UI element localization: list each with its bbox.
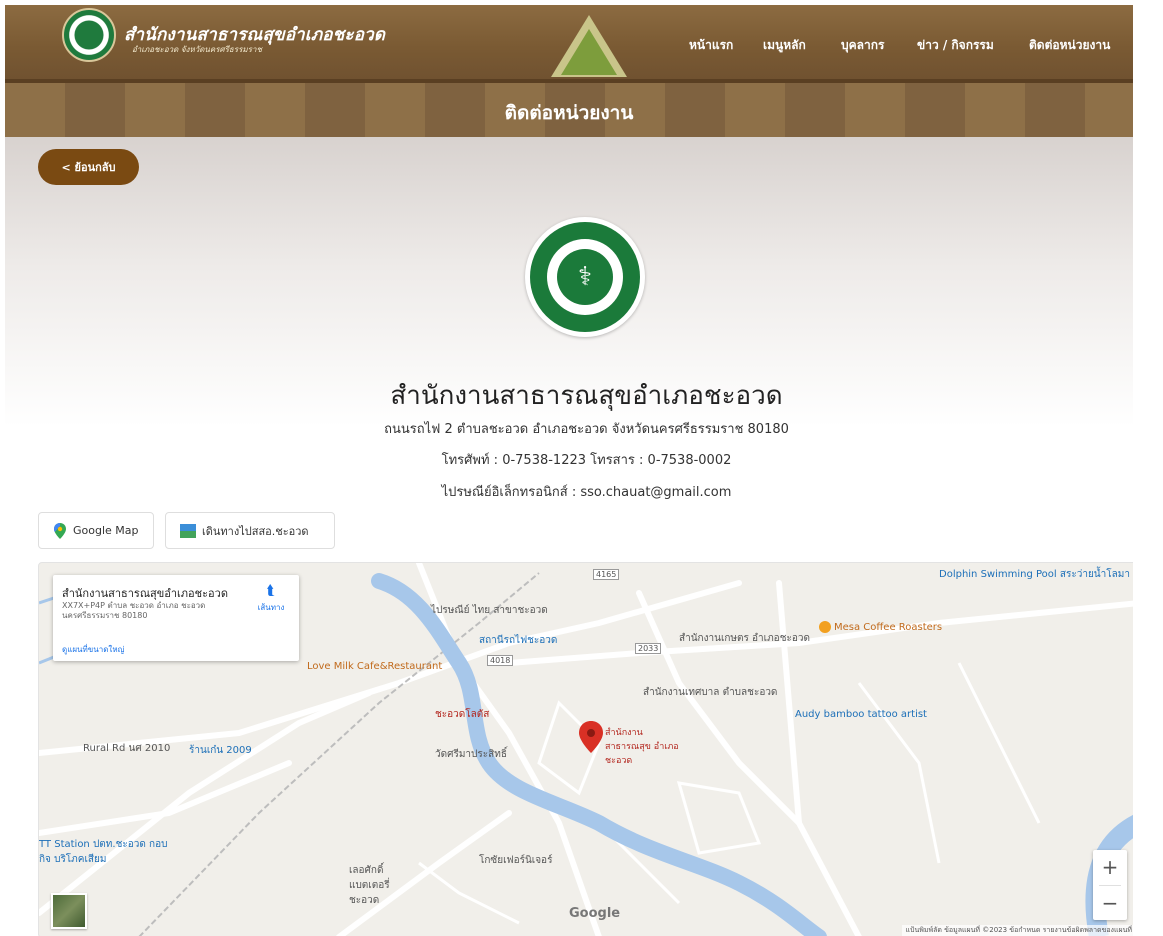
page-title: ติดต่อหน่วยงาน [504,102,634,124]
map-label-rural-road: Rural Rd นศ 2010 [83,743,171,754]
org-name: สำนักงานสาธารณสุขอำเภอชะอวด [390,381,783,411]
site-logo[interactable] [62,8,116,62]
map-pin-icon [54,522,66,539]
directions-icon: ⮬ [266,583,276,599]
map-marker-label[interactable]: สำนักงานสาธารณสุข อำเภอชะอวด [605,725,685,767]
info-card-title: สำนักงานสาธารณสุขอำเภอชะอวด [62,587,228,600]
map-attribution[interactable]: แป้นพิมพ์ลัด ข้อมูลแผนที่ ©2023 ข้อกำหนด… [902,925,1133,936]
back-button[interactable]: < ย้อนกลับ [38,149,139,185]
map-label-temple[interactable]: วัดศรีมาประสิทธิ์ [435,747,507,762]
org-phone: โทรศัพท์ : 0-7538-1223 โทรสาร : 0-7538-0… [441,453,732,468]
map-label-love-milk[interactable]: Love Milk Cafe&Restaurant [307,661,442,672]
map-label-furniture[interactable]: โกซัยเฟอร์นิเจอร์ [479,853,552,868]
nav-home[interactable]: หน้าแรก [689,36,733,55]
google-map-label: Google Map [73,524,139,537]
map-icon [180,523,196,538]
nav-news[interactable]: ข่าว / กิจกรรม [917,36,994,55]
map-label-audy[interactable]: Audy bamboo tattoo artist [795,709,927,720]
view-larger-map-link[interactable]: ดูแผนที่ขนาดใหญ่ [62,643,124,656]
org-address: ถนนรถไฟ 2 ตำบลชะอวด อำเภอชะอวด จังหวัดนค… [384,422,789,437]
brand-subtitle: อำเภอชะอวด จังหวัดนครศรีธรรมราช [132,45,262,54]
nav-staff[interactable]: บุคลากร [841,36,884,55]
map-label-mesa[interactable]: Mesa Coffee Roasters [819,621,942,633]
map-info-card: สำนักงานสาธารณสุขอำเภอชะอวด XX7X+P4P ตำบ… [53,575,299,661]
google-map-button[interactable]: Google Map [38,512,154,549]
embedded-map[interactable]: Dolphin Swimming Pool สระว่ายน้ำโลมา Mes… [38,562,1133,936]
org-email: ไปรษณีย์อิเล็กทรอนิกส์ : sso.chauat@gmai… [441,485,732,500]
info-card-directions[interactable]: ⮬ เส้นทาง [253,583,289,614]
nav-contact[interactable]: ติดต่อหน่วยงาน [1029,36,1110,55]
map-label-ptt-station[interactable]: TT Station ปตท.ชะอวด กอบกิจ บริโภคเสียม [39,837,179,867]
google-logo: Google [569,906,621,921]
directions-button[interactable]: เดินทางไปสสอ.ชะอวด [165,512,335,549]
map-label-agriculture-office[interactable]: สำนักงานเกษตร อำเภอชะอวด [679,631,810,646]
road-shield-2033: 2033 [635,643,662,654]
zoom-in-button[interactable]: + [1093,850,1127,884]
info-card-address: XX7X+P4P ตำบล ชะอวด อำเภอ ชะอวด นครศรีธร… [62,601,206,620]
nav-main-menu[interactable]: เมนูหลัก [763,36,806,55]
map-label-shop-2009[interactable]: ร้านเก๋น 2009 [189,743,252,758]
directions-link-label: เส้นทาง [257,603,285,612]
map-label-station[interactable]: สถานีรถไฟชะอวด [479,633,557,648]
road-shield-4165: 4165 [593,569,620,580]
road-shield-4018: 4018 [487,655,514,666]
ministry-seal-icon: ⚕ [525,217,645,337]
map-label-municipality[interactable]: สำนักงานเทศบาล ตำบลชะอวด [643,685,777,700]
directions-label: เดินทางไปสสอ.ชะอวด [202,524,309,538]
map-label-lotus[interactable]: ชะอวดโลตัส [435,707,489,722]
map-label-battery[interactable]: เลอศักดิ์ แบตเตอรี่ชะอวด [349,863,419,908]
zoom-out-button[interactable]: − [1093,886,1127,920]
zoom-control: + − [1093,850,1127,920]
map-label-post[interactable]: ไปรษณีย์ ไทย สาขาชะอวด [431,603,548,618]
page: สำนักงานสาธารณสุขอำเภอชะอวด อำเภอชะอวด จ… [5,5,1133,936]
header-decoration-inner [561,29,617,75]
site-header: สำนักงานสาธารณสุขอำเภอชะอวด อำเภอชะอวด จ… [5,5,1133,83]
map-label-dolphin[interactable]: Dolphin Swimming Pool สระว่ายน้ำโลมา [939,567,1130,582]
satellite-toggle[interactable] [51,893,87,929]
